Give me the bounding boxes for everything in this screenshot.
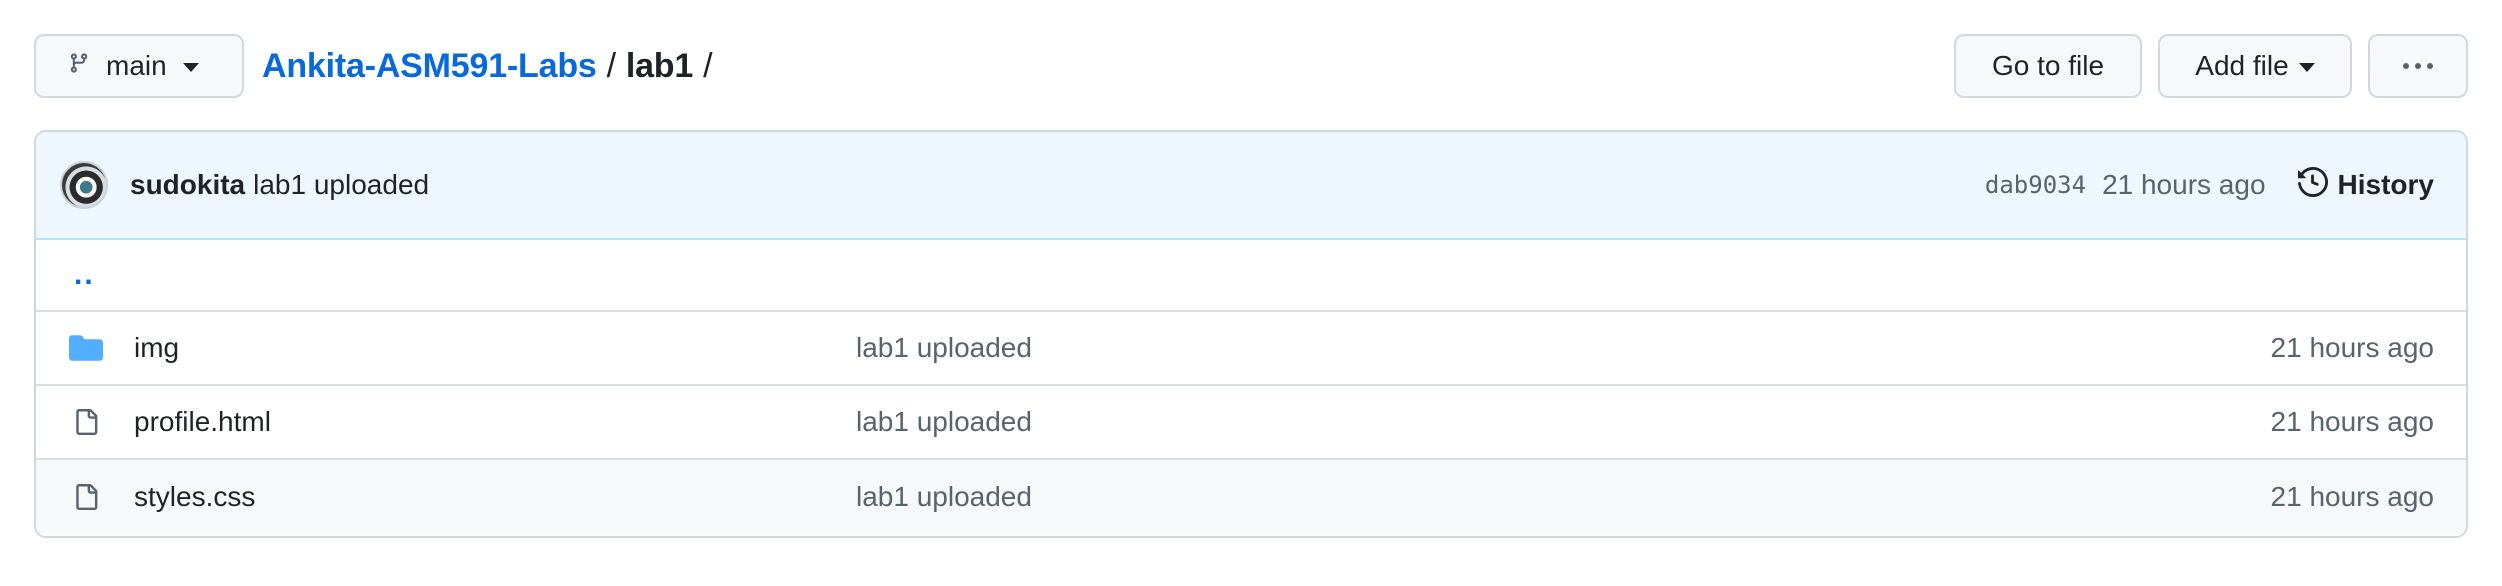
file-commit-message[interactable]: lab1 uploaded: [856, 332, 1032, 364]
more-options-button[interactable]: [2368, 34, 2468, 98]
file-commit-message[interactable]: lab1 uploaded: [856, 481, 1032, 513]
branch-selector-button[interactable]: main: [34, 34, 244, 98]
avatar[interactable]: [60, 161, 108, 209]
add-file-button[interactable]: Add file: [2158, 34, 2352, 98]
file-commit-message[interactable]: lab1 uploaded: [856, 406, 1032, 438]
file-icon: [68, 407, 104, 437]
go-to-file-button[interactable]: Go to file: [1954, 34, 2142, 98]
table-row: profile.html lab1 uploaded 21 hours ago: [36, 386, 2466, 460]
file-table: sudokita lab1 uploaded dab9034 21 hours …: [34, 130, 2468, 538]
parent-directory-link[interactable]: ..: [74, 258, 95, 292]
history-label: History: [2337, 169, 2434, 200]
add-file-label: Add file: [2195, 50, 2289, 81]
history-button[interactable]: History: [2297, 166, 2434, 204]
table-row: styles.css lab1 uploaded 21 hours ago: [36, 460, 2466, 534]
table-row: img lab1 uploaded 21 hours ago: [36, 312, 2466, 386]
git-branch-icon: [68, 50, 90, 83]
breadcrumb-current: lab1: [625, 46, 694, 85]
commit-message[interactable]: lab1 uploaded: [253, 169, 429, 201]
file-name-link[interactable]: profile.html: [134, 406, 856, 438]
file-age: 21 hours ago: [2270, 406, 2434, 437]
commit-author[interactable]: sudokita: [130, 169, 245, 201]
history-icon: [2297, 166, 2338, 204]
breadcrumb-separator: /: [606, 46, 616, 85]
chevron-down-icon: [2298, 63, 2315, 72]
chevron-down-icon: [182, 63, 199, 72]
kebab-horizontal-icon: [2403, 63, 2433, 69]
commit-sha[interactable]: dab9034: [1985, 171, 2086, 199]
file-age: 21 hours ago: [2270, 332, 2434, 363]
breadcrumb-repo-link[interactable]: Ankita-ASM591-Labs: [262, 47, 597, 86]
breadcrumb: Ankita-ASM591-Labs / lab1 /: [262, 47, 722, 86]
branch-name: main: [106, 50, 167, 81]
file-name-link[interactable]: img: [134, 332, 856, 364]
folder-icon: [68, 333, 104, 363]
parent-directory-row[interactable]: ..: [36, 240, 2466, 312]
top-bar: main Ankita-ASM591-Labs / lab1 / Go to f…: [34, 34, 2468, 98]
breadcrumb-trailing-separator: /: [703, 46, 713, 85]
file-browser-page: main Ankita-ASM591-Labs / lab1 / Go to f…: [0, 0, 2502, 586]
file-name-link[interactable]: styles.css: [134, 481, 856, 513]
latest-commit-bar: sudokita lab1 uploaded dab9034 21 hours …: [36, 132, 2466, 240]
file-age: 21 hours ago: [2270, 481, 2434, 512]
file-icon: [68, 482, 104, 512]
go-to-file-label: Go to file: [1991, 50, 2105, 81]
commit-time: 21 hours ago: [2102, 169, 2266, 200]
